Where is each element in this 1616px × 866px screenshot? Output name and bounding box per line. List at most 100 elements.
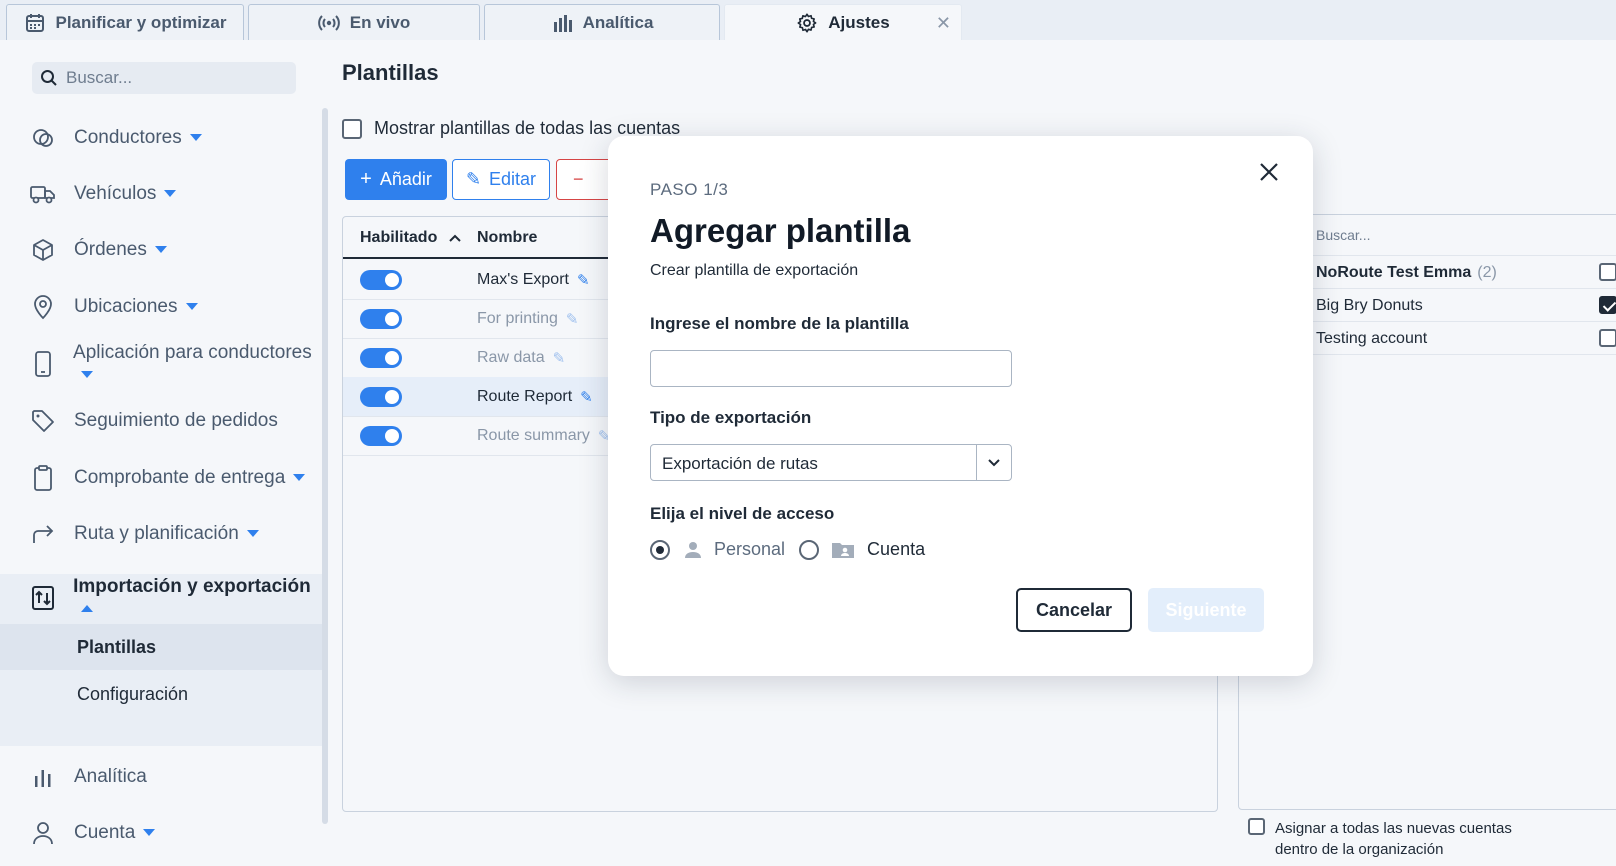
cancel-button[interactable]: Cancelar (1016, 588, 1132, 632)
pencil-icon: ✎ (465, 169, 482, 189)
tab-settings[interactable]: Ajustes ✕ (724, 4, 962, 40)
sidebar-subitem-label: Plantillas (77, 636, 157, 657)
route-arrow-icon (30, 521, 56, 547)
account-checkbox[interactable] (1599, 296, 1616, 314)
template-name-cell: Max's Export ✎ (477, 271, 590, 289)
enabled-toggle[interactable] (360, 309, 402, 329)
sidebar-item-label: Conductores (74, 127, 182, 148)
enabled-toggle[interactable] (360, 348, 402, 368)
sidebar-search-input[interactable]: Buscar... (32, 62, 296, 94)
sidebar-subitem-configuration[interactable]: Configuración (0, 671, 322, 717)
sidebar-item-order-tracking[interactable]: Seguimiento de pedidos (0, 397, 322, 445)
pencil-icon[interactable]: ✎ (566, 310, 579, 328)
accounts-search-input[interactable]: Buscar... (1316, 227, 1370, 243)
template-name: Raw data (477, 349, 545, 366)
account-name: NoRoute Test Emma (2) (1316, 264, 1497, 282)
pencil-icon[interactable]: ✎ (580, 388, 593, 406)
column-header-enabled[interactable]: Habilitado (360, 229, 462, 247)
sidebar-item-vehicles[interactable]: Vehículos (0, 170, 322, 218)
close-tab-icon[interactable]: ✕ (936, 13, 951, 34)
next-button[interactable]: Siguiente (1148, 588, 1264, 632)
personal-radio[interactable] (650, 539, 670, 560)
box-icon (30, 237, 56, 263)
chevron-down-icon (164, 190, 177, 198)
sidebar-item-drivers[interactable]: Conductores (0, 114, 322, 162)
add-button[interactable]: + Añadir (345, 159, 447, 200)
enabled-toggle[interactable] (360, 270, 402, 290)
access-level-group: Personal Cuenta (650, 539, 925, 560)
sidebar-item-analytics[interactable]: Analítica (0, 753, 322, 801)
tab-label: En vivo (349, 12, 411, 32)
step-indicator: PASO 1/3 (650, 180, 729, 199)
close-icon[interactable] (1255, 158, 1283, 186)
phone-icon (30, 351, 55, 377)
calendar-icon (24, 12, 46, 34)
sidebar-item-label: Importación y exportación (73, 576, 311, 597)
account-checkbox[interactable] (1599, 329, 1616, 347)
sidebar-item-label: Seguimiento de pedidos (74, 410, 278, 431)
pencil-icon[interactable]: ✎ (577, 271, 590, 289)
sidebar-scrollbar[interactable] (322, 108, 328, 824)
chevron-down-icon[interactable] (976, 445, 1011, 480)
location-pin-icon (30, 294, 56, 320)
checkbox[interactable] (1248, 818, 1265, 835)
sidebar-item-driver-app[interactable]: Aplicación para conductores (0, 340, 322, 388)
sidebar-item-label: Aplicación para conductores (73, 342, 312, 363)
sidebar-item-label: Vehículos (74, 183, 157, 204)
minus-icon: − (573, 169, 584, 189)
template-name-input[interactable] (650, 350, 1012, 387)
sidebar-item-label: Ruta y planificación (74, 523, 239, 544)
tab-plan-optimize[interactable]: Planificar y optimizar (6, 4, 244, 40)
assign-label-line: dentro de la organización (1275, 841, 1444, 858)
export-type-select[interactable]: Exportación de rutas (650, 444, 1012, 481)
template-name: Route Report (477, 388, 573, 405)
folder-user-icon (831, 541, 855, 559)
drivers-icon (30, 125, 56, 151)
plus-icon: + (360, 168, 372, 190)
account-label: Cuenta (867, 539, 926, 559)
sidebar-item-orders[interactable]: Órdenes (0, 226, 322, 274)
bar-chart-icon (551, 12, 573, 34)
page-title: Plantillas (342, 60, 439, 85)
import-export-icon (30, 585, 55, 611)
search-icon (41, 70, 57, 86)
pencil-icon[interactable]: ✎ (553, 349, 566, 367)
sidebar-item-account[interactable]: Cuenta (0, 809, 322, 857)
bar-chart-icon (30, 764, 56, 790)
template-name-cell: Route Report ✎ (477, 388, 593, 406)
personal-label: Personal (714, 539, 786, 559)
checkbox[interactable] (342, 118, 362, 139)
sidebar-item-proof-of-delivery[interactable]: Comprobante de entrega (0, 454, 322, 502)
template-name: Route summary (477, 427, 590, 444)
enabled-toggle[interactable] (360, 426, 402, 446)
tab-live[interactable]: En vivo (248, 4, 480, 40)
add-label: Añadir (379, 169, 432, 189)
sidebar-subitem-templates[interactable]: Plantillas (0, 624, 322, 670)
broadcast-icon (317, 12, 340, 34)
assign-new-accounts-checkbox[interactable]: Asignar a todas las nuevas cuentas dentro… (1248, 818, 1512, 860)
account-radio[interactable] (799, 539, 820, 560)
sidebar-item-label: Comprobante de entrega (74, 467, 286, 488)
column-header-label: Habilitado (360, 229, 438, 246)
export-type-value: Exportación de rutas (662, 454, 818, 473)
edit-button[interactable]: ✎ Editar (452, 159, 550, 200)
sidebar-item-locations[interactable]: Ubicaciones (0, 283, 322, 331)
sidebar-subitem-label: Configuración (77, 683, 189, 704)
search-placeholder: Buscar... (66, 68, 133, 87)
top-tab-bar: Planificar y optimizar En vivo Analítica… (0, 0, 1616, 40)
account-name: Big Bry Donuts (1316, 297, 1423, 314)
template-name-label: Ingrese el nombre de la plantilla (650, 314, 909, 333)
chevron-down-icon (185, 303, 198, 311)
tab-label: Planificar y optimizar (55, 12, 227, 32)
clipboard-icon (30, 465, 56, 491)
sidebar-item-route-planning[interactable]: Ruta y planificación (0, 510, 322, 558)
account-name-text: NoRoute Test Emma (1316, 264, 1472, 281)
template-name: Max's Export (477, 271, 569, 288)
chevron-down-icon (189, 134, 202, 142)
column-header-name[interactable]: Nombre (477, 229, 537, 247)
sidebar-item-import-export[interactable]: Importación y exportación (0, 574, 322, 622)
chevron-down-icon (81, 371, 94, 379)
account-checkbox[interactable] (1599, 263, 1616, 281)
tab-analytics[interactable]: Analítica (484, 4, 720, 40)
enabled-toggle[interactable] (360, 387, 402, 407)
